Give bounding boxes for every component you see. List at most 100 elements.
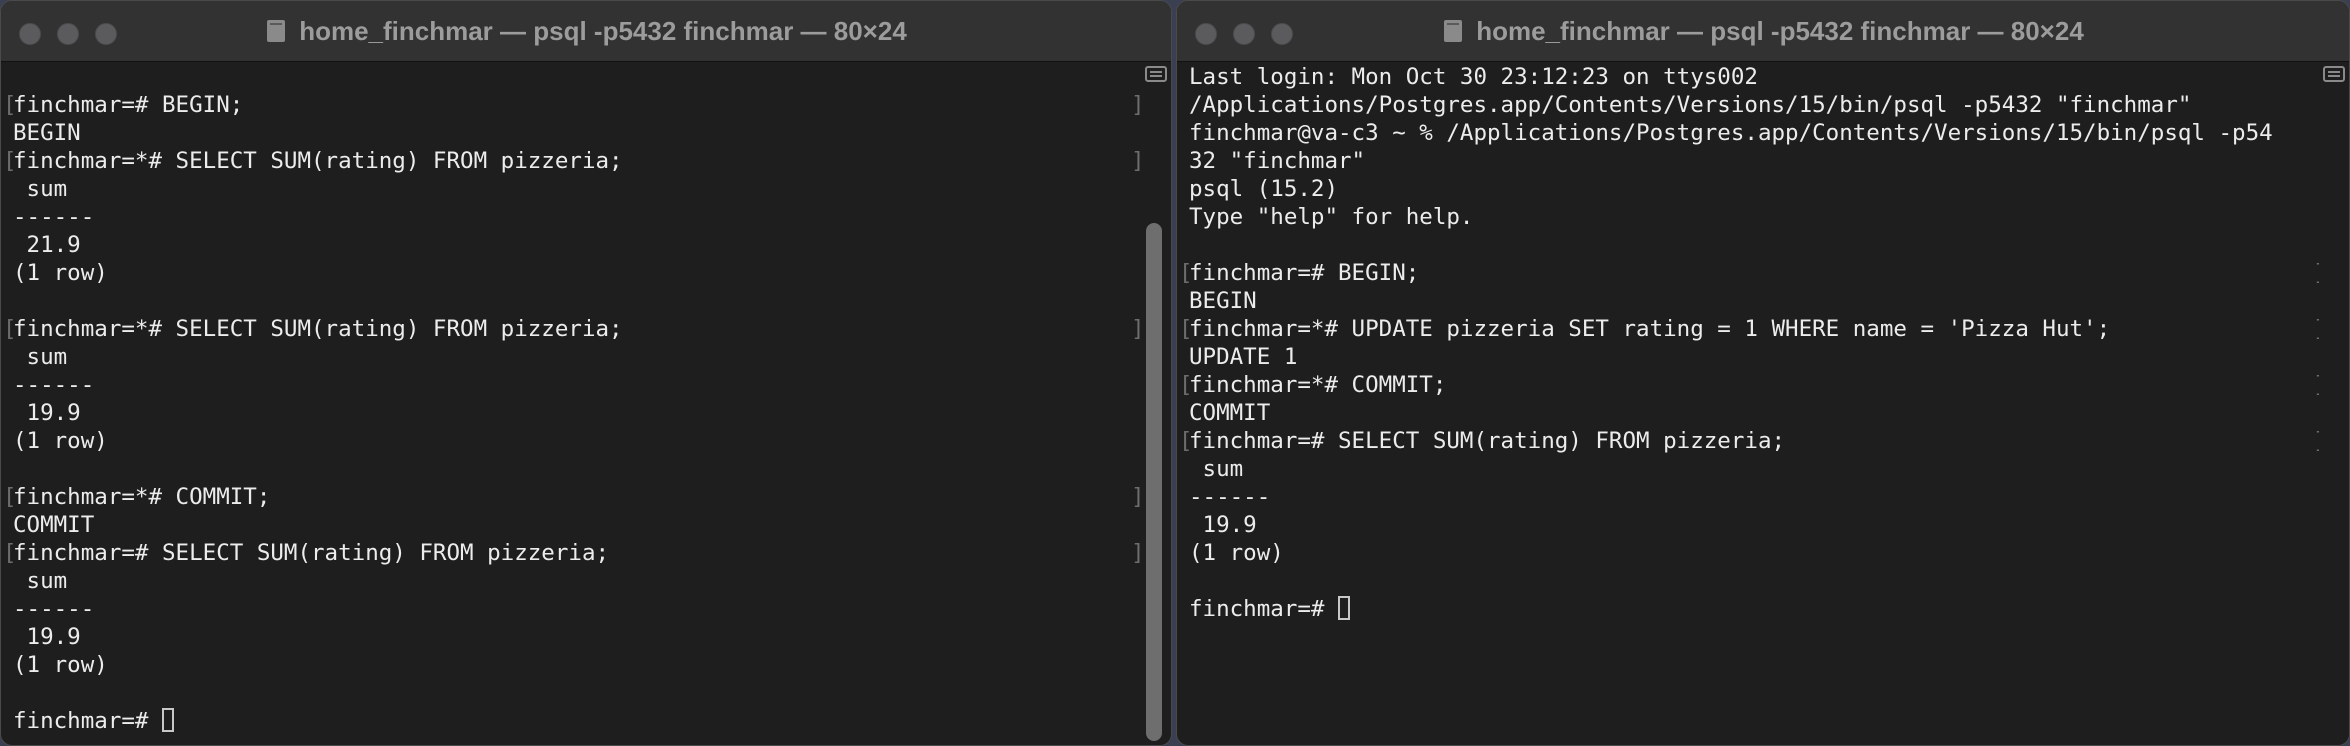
terminal-line: ------ bbox=[13, 595, 1141, 623]
terminal-line-text: ------ bbox=[13, 596, 95, 622]
terminal-line: BEGIN bbox=[13, 119, 1141, 147]
terminal-line-text: psql (15.2) bbox=[1189, 176, 1339, 202]
terminal-line-text: BEGIN bbox=[1189, 288, 1257, 314]
terminal-line: [finchmar=*# SELECT SUM(rating) FROM piz… bbox=[3, 147, 1145, 175]
terminal-line: ------ bbox=[13, 371, 1141, 399]
terminal-line: psql (15.2) bbox=[1189, 175, 2319, 203]
terminal-line: COMMIT bbox=[13, 511, 1141, 539]
prompt-mark-open: [ bbox=[3, 540, 17, 566]
terminal-line-text: (1 row) bbox=[13, 652, 108, 678]
terminal-line: ------ bbox=[13, 203, 1141, 231]
terminal-line: [finchmar=*# COMMIT;] bbox=[3, 483, 1145, 511]
title-bar[interactable]: home_finchmar — psql -p5432 finchmar — 8… bbox=[1177, 1, 2349, 62]
prompt-mark-open: [ bbox=[1179, 372, 1193, 398]
terminal-line: 32 "finchmar" bbox=[1189, 147, 2319, 175]
terminal-line: 19.9 bbox=[13, 399, 1141, 427]
terminal-line: (1 row) bbox=[13, 427, 1141, 455]
terminal-line-text: finchmar=# BEGIN; bbox=[13, 92, 244, 118]
terminal-window-right[interactable]: home_finchmar — psql -p5432 finchmar — 8… bbox=[1176, 0, 2350, 746]
scrollbar-thumb[interactable] bbox=[1146, 223, 1162, 741]
terminal-line-text: (1 row) bbox=[13, 260, 108, 286]
terminal-line-text: /Applications/Postgres.app/Contents/Vers… bbox=[1189, 92, 2192, 118]
terminal-line: [finchmar=# BEGIN;] bbox=[1179, 259, 2327, 287]
terminal-line: Last login: Mon Oct 30 23:12:23 on ttys0… bbox=[1189, 63, 2319, 91]
terminal-line-text: finchmar@va-c3 ~ % /Applications/Postgre… bbox=[1189, 120, 2273, 146]
window-title: home_finchmar — psql -p5432 finchmar — 8… bbox=[1, 1, 1171, 61]
terminal-line: [finchmar=*# SELECT SUM(rating) FROM piz… bbox=[3, 315, 1145, 343]
prompt-mark-open: [ bbox=[3, 484, 17, 510]
terminal-line-text: sum bbox=[13, 176, 68, 202]
terminal-line: sum bbox=[1189, 455, 2319, 483]
terminal-line: [finchmar=*# UPDATE pizzeria SET rating … bbox=[1179, 315, 2327, 343]
prompt-mark-open: [ bbox=[1179, 316, 1193, 342]
window-title-text: home_finchmar — psql -p5432 finchmar — 8… bbox=[1476, 15, 2084, 46]
folder-icon bbox=[267, 20, 286, 42]
terminal-line: ------ bbox=[1189, 483, 2319, 511]
terminal-line: finchmar=# bbox=[1189, 595, 2319, 623]
terminal-line-text: finchmar=*# UPDATE pizzeria SET rating =… bbox=[1189, 316, 2111, 342]
terminal-line: [finchmar=# BEGIN;] bbox=[3, 91, 1145, 119]
scrollbar[interactable] bbox=[1141, 62, 1171, 745]
terminal-line-text: (1 row) bbox=[13, 428, 108, 454]
terminal-line-text: COMMIT bbox=[1189, 400, 1271, 426]
prompt-mark-open: [ bbox=[3, 316, 17, 342]
text-cursor[interactable] bbox=[1338, 596, 1351, 620]
terminal-window-left[interactable]: home_finchmar — psql -p5432 finchmar — 8… bbox=[0, 0, 1172, 746]
terminal-output[interactable]: Last login: Mon Oct 30 23:12:23 on ttys0… bbox=[1177, 63, 2327, 745]
terminal-line: sum bbox=[13, 175, 1141, 203]
terminal-line: UPDATE 1 bbox=[1189, 343, 2319, 371]
terminal-line: finchmar=# bbox=[13, 707, 1141, 735]
terminal-line-text: finchmar=*# SELECT SUM(rating) FROM pizz… bbox=[13, 148, 623, 174]
prompt-mark-open: [ bbox=[1179, 428, 1193, 454]
marks-icon[interactable] bbox=[2323, 66, 2345, 82]
terminal-line-text: 19.9 bbox=[13, 624, 81, 650]
terminal-line-text: BEGIN bbox=[13, 120, 81, 146]
terminal-line: 19.9 bbox=[1189, 511, 2319, 539]
terminal-line-text: ------ bbox=[13, 372, 95, 398]
prompt-mark-open: [ bbox=[3, 148, 17, 174]
terminal-line-text: sum bbox=[13, 344, 68, 370]
terminal-line: [finchmar=*# COMMIT;] bbox=[1179, 371, 2327, 399]
terminal-line-text: finchmar=*# COMMIT; bbox=[1189, 372, 1447, 398]
terminal-line-text: Type "help" for help. bbox=[1189, 204, 1474, 230]
folder-icon bbox=[1444, 20, 1463, 42]
terminal-line-text: 19.9 bbox=[13, 400, 81, 426]
marks-icon[interactable] bbox=[1145, 66, 1167, 82]
terminal-line-text: COMMIT bbox=[13, 512, 95, 538]
prompt-mark-open: [ bbox=[3, 92, 17, 118]
terminal-line-text: finchmar=# bbox=[13, 708, 163, 734]
prompt-mark-open: [ bbox=[1179, 260, 1193, 286]
terminal-line-text: 21.9 bbox=[13, 232, 81, 258]
terminal-line: finchmar@va-c3 ~ % /Applications/Postgre… bbox=[1189, 119, 2319, 147]
terminal-line: BEGIN bbox=[1189, 287, 2319, 315]
terminal-line-text: finchmar=*# SELECT SUM(rating) FROM pizz… bbox=[13, 316, 623, 342]
terminal-line: (1 row) bbox=[13, 651, 1141, 679]
terminal-line: /Applications/Postgres.app/Contents/Vers… bbox=[1189, 91, 2319, 119]
terminal-line: COMMIT bbox=[1189, 399, 2319, 427]
terminal-line: 19.9 bbox=[13, 623, 1141, 651]
window-title-text: home_finchmar — psql -p5432 finchmar — 8… bbox=[299, 15, 907, 46]
terminal-line-text: finchmar=*# COMMIT; bbox=[13, 484, 271, 510]
terminal-line-text: UPDATE 1 bbox=[1189, 344, 1298, 370]
terminal-line-text: 32 "finchmar" bbox=[1189, 148, 1366, 174]
terminal-line: [finchmar=# SELECT SUM(rating) FROM pizz… bbox=[3, 539, 1145, 567]
title-bar[interactable]: home_finchmar — psql -p5432 finchmar — 8… bbox=[1, 1, 1171, 62]
terminal-line-text: finchmar=# bbox=[1189, 596, 1339, 622]
terminal-line: (1 row) bbox=[13, 259, 1141, 287]
terminal-line-text: ------ bbox=[1189, 484, 1271, 510]
scrollbar[interactable] bbox=[2319, 62, 2349, 745]
terminal-line: Type "help" for help. bbox=[1189, 203, 2319, 231]
terminal-line-text: sum bbox=[13, 568, 68, 594]
terminal-line-text: 19.9 bbox=[1189, 512, 1257, 538]
terminal-line: (1 row) bbox=[1189, 539, 2319, 567]
terminal-output[interactable]: [finchmar=# BEGIN;] BEGIN[finchmar=*# SEL… bbox=[1, 63, 1145, 745]
terminal-line-text: finchmar=# SELECT SUM(rating) FROM pizze… bbox=[1189, 428, 1786, 454]
text-cursor[interactable] bbox=[162, 708, 175, 732]
terminal-line-text: finchmar=# SELECT SUM(rating) FROM pizze… bbox=[13, 540, 610, 566]
